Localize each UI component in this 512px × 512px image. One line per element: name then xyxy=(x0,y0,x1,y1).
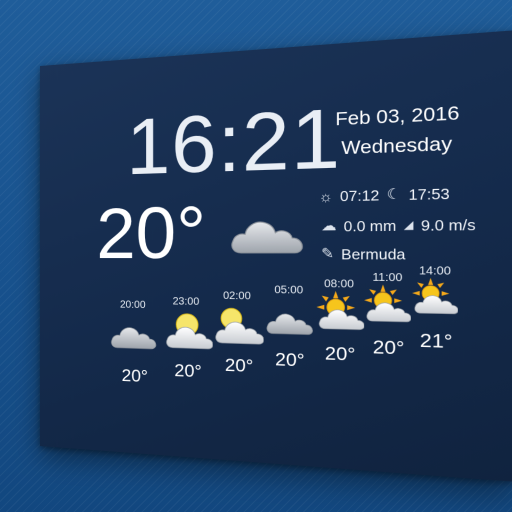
forecast-moon-cloud-icon xyxy=(215,303,264,345)
app-scene: 16:21 20° Feb 03, 2016 Wednesday ☼ 07:12… xyxy=(0,0,512,512)
location-row[interactable]: ✎ Bermuda xyxy=(321,245,413,263)
current-temperature: 20° xyxy=(96,190,207,275)
date-label: Feb 03, 2016 xyxy=(335,102,460,130)
forecast-temp: 20° xyxy=(224,354,254,377)
rain-cloud-icon: ☁ xyxy=(321,216,337,234)
clock-time[interactable]: 16:21 xyxy=(127,90,342,193)
weekday-label: Wednesday xyxy=(341,132,453,159)
sunrise-time: 07:12 xyxy=(339,186,380,204)
weather-widget[interactable]: 16:21 20° Feb 03, 2016 Wednesday ☼ 07:12… xyxy=(40,30,512,482)
forecast-temp: 20° xyxy=(174,360,202,382)
forecast-temp: 20° xyxy=(324,342,356,366)
current-cloud-icon xyxy=(231,220,303,254)
moon-icon: ☾ xyxy=(386,185,402,203)
forecast-moon-cloud-icon xyxy=(166,308,213,350)
forecast-temp: 20° xyxy=(121,365,148,387)
sunset-time: 17:53 xyxy=(408,184,450,203)
precip-wind-row: ☁ 0.0 mm ◢ 9.0 m/s xyxy=(321,215,483,235)
forecast-temp: 21° xyxy=(419,329,453,353)
location-name: Bermuda xyxy=(341,245,406,263)
forecast-time: 20:00 xyxy=(119,299,146,312)
forecast-cloud-icon xyxy=(266,313,313,335)
forecast-sun-cloud-icon xyxy=(364,284,411,323)
wind-icon: ◢ xyxy=(403,218,414,232)
forecast-time: 02:00 xyxy=(223,290,251,303)
forecast-sun-cloud-icon xyxy=(316,290,365,331)
wind-value: 9.0 m/s xyxy=(420,215,476,234)
forecast-sun-cloud-icon xyxy=(412,277,458,315)
pin-icon: ✎ xyxy=(321,244,335,262)
forecast-temp: 20° xyxy=(275,348,305,371)
forecast-temp: 20° xyxy=(372,336,405,359)
precipitation-value: 0.0 mm xyxy=(343,216,397,235)
sunrise-icon: ☼ xyxy=(318,187,333,205)
forecast-cloud-icon xyxy=(111,326,157,350)
forecast-time: 05:00 xyxy=(274,284,304,297)
sun-times-row: ☼ 07:12 ☾ 17:53 xyxy=(319,184,458,205)
forecast-time: 23:00 xyxy=(172,295,200,309)
